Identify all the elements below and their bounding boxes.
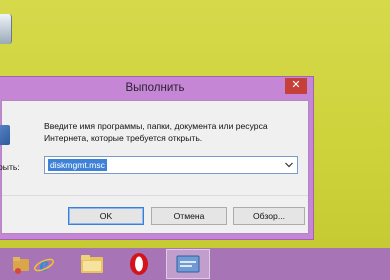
taskbar-item-run[interactable] (166, 249, 210, 279)
dialog-titlebar[interactable]: Выполнить ✕ (0, 77, 313, 99)
recycle-bin-icon (0, 14, 12, 44)
taskbar-item-opera[interactable] (117, 249, 161, 279)
run-dialog: Выполнить ✕ Введите имя программы, папки… (0, 76, 314, 240)
cancel-button[interactable]: Отмена (151, 207, 227, 225)
description-line: Интернета, которые требуется открыть. (44, 132, 203, 143)
opera-icon (130, 253, 148, 275)
folder-icon (81, 255, 103, 273)
taskbar-item-folder[interactable] (70, 249, 114, 279)
svg-text:e: e (39, 253, 48, 275)
ok-button[interactable]: OK (68, 207, 144, 225)
description-line: Введите имя программы, папки, документа … (44, 121, 268, 131)
close-icon: ✕ (291, 79, 301, 91)
dialog-description: Введите имя программы, папки, документа … (44, 121, 304, 144)
close-button[interactable]: ✕ (285, 78, 307, 94)
open-label: рыть: (0, 162, 20, 172)
desktop-icon[interactable] (0, 14, 14, 46)
run-dialog-icon (176, 255, 200, 273)
internet-explorer-icon: e (34, 253, 54, 275)
chevron-down-icon[interactable] (284, 160, 294, 170)
taskbar-item-internet-explorer[interactable]: e (22, 249, 66, 279)
dialog-title: Выполнить (125, 82, 185, 94)
taskbar: e (0, 248, 390, 280)
open-input[interactable]: diskmgmt.msc (48, 159, 107, 171)
dialog-body: Введите имя программы, папки, документа … (0, 100, 309, 234)
browse-button[interactable]: Обзор... (233, 207, 305, 225)
run-icon (0, 125, 10, 145)
open-combobox[interactable]: diskmgmt.msc (44, 156, 298, 174)
